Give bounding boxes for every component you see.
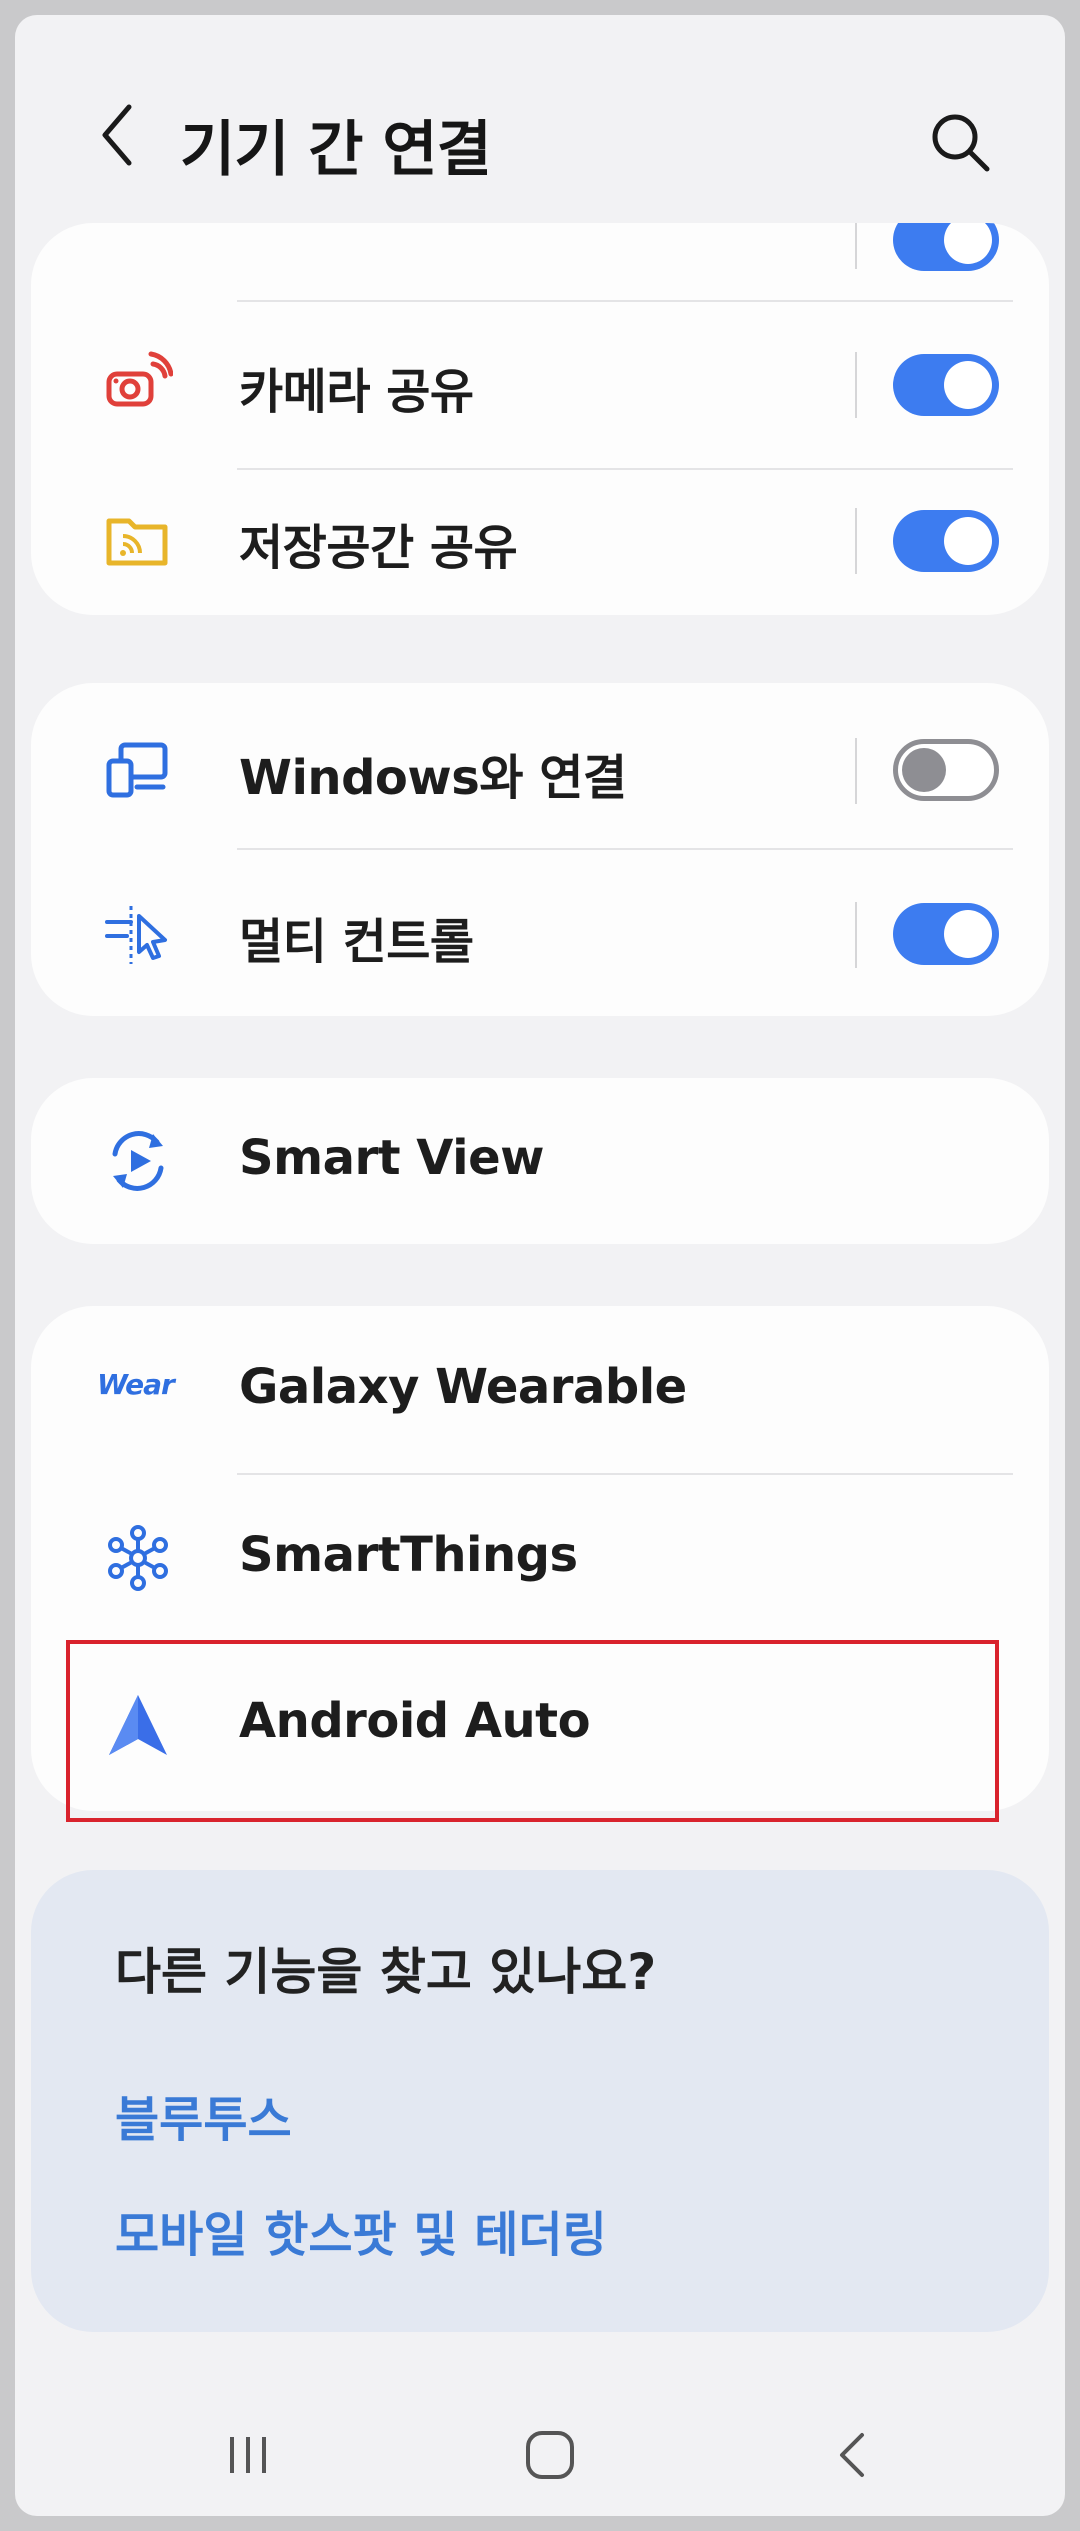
- back-nav-button[interactable]: [792, 2405, 912, 2505]
- home-icon: [526, 2431, 574, 2479]
- partial-row[interactable]: [31, 223, 1049, 283]
- smart-view-row[interactable]: Smart View: [31, 1078, 1049, 1244]
- link-to-windows-toggle[interactable]: [893, 739, 999, 801]
- multi-control-toggle[interactable]: [893, 903, 999, 965]
- storage-share-toggle[interactable]: [893, 510, 999, 572]
- search-icon: [932, 114, 990, 172]
- android-auto-row[interactable]: Android Auto: [31, 1641, 1049, 1811]
- search-button[interactable]: [925, 107, 997, 179]
- row-separator: [855, 902, 857, 968]
- galaxy-wearable-row[interactable]: Wear Galaxy Wearable: [31, 1306, 1049, 1473]
- storage-share-icon: [106, 518, 168, 566]
- smart-view-icon: [112, 1131, 164, 1191]
- smartthings-icon: [108, 1525, 168, 1591]
- partial-row-toggle[interactable]: [893, 223, 999, 271]
- link-to-windows-row[interactable]: Windows와 연결: [31, 683, 1049, 849]
- smart-view-label: Smart View: [239, 1130, 544, 1186]
- android-auto-icon: [109, 1695, 167, 1755]
- navigation-bar: [15, 2405, 1065, 2516]
- back-arrow-icon: [102, 104, 132, 166]
- row-separator: [855, 352, 857, 418]
- page-title: 기기 간 연결: [180, 115, 492, 185]
- camera-share-row[interactable]: 카메라 공유: [31, 302, 1049, 468]
- back-button[interactable]: [77, 95, 157, 175]
- link-to-windows-label: Windows와 연결: [239, 750, 627, 806]
- android-auto-label: Android Auto: [239, 1693, 591, 1749]
- row-separator: [855, 738, 857, 804]
- smartthings-label: SmartThings: [239, 1527, 578, 1583]
- back-nav-icon: [840, 2433, 864, 2477]
- wear-icon: Wear: [97, 1368, 175, 1401]
- pc-connection-card: Windows와 연결 멀티 컨트롤: [31, 683, 1049, 1016]
- suggestions-title: 다른 기능을 찾고 있나요?: [115, 1943, 657, 2001]
- row-separator: [855, 508, 857, 574]
- screen: 기기 간 연결 카메라 공유 저장공간 공유 Windows와 연결 멀티 컨트…: [15, 15, 1065, 2516]
- sharing-card: 카메라 공유 저장공간 공유: [31, 223, 1049, 615]
- multi-control-row[interactable]: 멀티 컨트롤: [31, 850, 1049, 1016]
- camera-share-label: 카메라 공유: [239, 364, 474, 420]
- camera-share-icon: [106, 351, 173, 407]
- link-to-windows-icon: [106, 742, 168, 798]
- multi-control-icon: [105, 906, 167, 964]
- hotspot-tethering-link[interactable]: 모바일 핫스팟 및 테더링: [115, 2195, 607, 2265]
- galaxy-wearable-label: Galaxy Wearable: [239, 1359, 687, 1415]
- suggestions-card: 다른 기능을 찾고 있나요? 블루투스 모바일 핫스팟 및 테더링: [31, 1870, 1049, 2332]
- recents-icon: [230, 2437, 266, 2473]
- bluetooth-link[interactable]: 블루투스: [115, 2080, 292, 2150]
- multi-control-label: 멀티 컨트롤: [239, 914, 474, 970]
- home-button[interactable]: [490, 2405, 610, 2505]
- apps-card: Wear Galaxy Wearable SmartThings Android…: [31, 1306, 1049, 1811]
- smartthings-row[interactable]: SmartThings: [31, 1475, 1049, 1641]
- smart-view-card: Smart View: [31, 1078, 1049, 1244]
- recents-button[interactable]: [188, 2405, 308, 2505]
- row-separator: [855, 223, 857, 269]
- storage-share-label: 저장공간 공유: [239, 520, 518, 576]
- camera-share-toggle[interactable]: [893, 354, 999, 416]
- app-bar: 기기 간 연결: [15, 15, 1065, 225]
- storage-share-row[interactable]: 저장공간 공유: [31, 470, 1049, 615]
